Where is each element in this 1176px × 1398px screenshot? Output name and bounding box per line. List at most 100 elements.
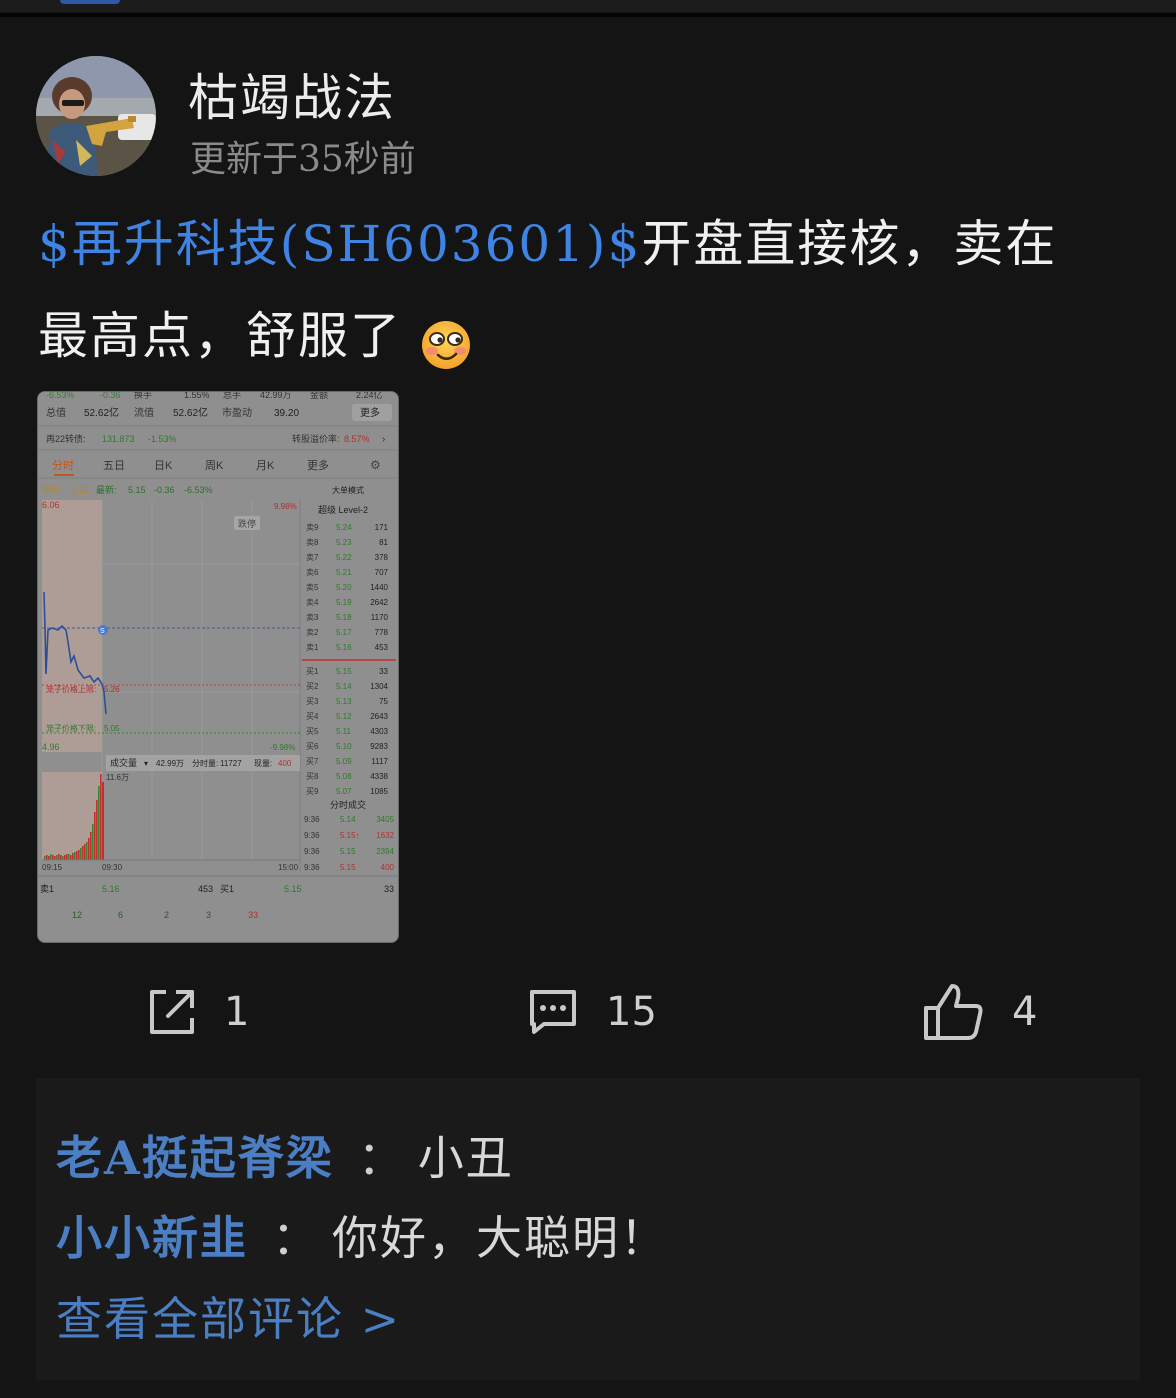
thumb-queue-val: 2 bbox=[164, 910, 169, 920]
thumb-chg: -0.36 bbox=[100, 392, 121, 400]
post-text-line2: 最高点，舒服了 bbox=[38, 307, 402, 365]
thumb-bid-price: 5.07 bbox=[336, 787, 352, 796]
thumb-bid-vol: 1085 bbox=[370, 787, 388, 796]
thumb-axis-pct-low: -9.98% bbox=[270, 743, 295, 752]
avatar-photo bbox=[36, 56, 156, 176]
thumb-ask-price: 5.17 bbox=[336, 628, 352, 637]
thumb-bid-label: 买8 bbox=[306, 772, 319, 781]
thumb-ask-label: 卖1 bbox=[306, 643, 319, 652]
thumb-bid-label: 买1 bbox=[306, 667, 319, 676]
thumb-upper-val: 5.26 bbox=[104, 685, 120, 694]
thumb-ask-price: 5.24 bbox=[336, 523, 352, 532]
thumb-ask-label: 卖2 bbox=[306, 628, 319, 637]
thumb-tab: 日K bbox=[154, 460, 173, 472]
comment-item[interactable]: 老A挺起脊梁 ：小丑 bbox=[56, 1122, 514, 1188]
thumb-t-start: 09:15 bbox=[42, 863, 63, 872]
author-name[interactable]: 枯竭战法 bbox=[188, 58, 396, 130]
view-all-comments-link[interactable]: 查看全部评论 > bbox=[56, 1283, 401, 1349]
thumb-bid-vol: 33 bbox=[379, 667, 388, 676]
thumb-turnover-label: 换手 bbox=[134, 392, 152, 400]
thumb-ask-label: 卖4 bbox=[306, 598, 319, 607]
thumb-ask-price: 5.19 bbox=[336, 598, 352, 607]
comment-icon bbox=[530, 990, 576, 1034]
like-action[interactable]: 4 bbox=[922, 980, 1037, 1044]
thumb-lower-val: 5.05 bbox=[104, 724, 120, 733]
comment-user[interactable]: 老A挺起脊梁 bbox=[56, 1131, 334, 1185]
svg-text:S: S bbox=[100, 628, 105, 635]
thumb-bid-vol: 1117 bbox=[371, 757, 388, 766]
thumb-tick-price: 5.15 bbox=[340, 863, 356, 872]
thumb-bid-label: 买7 bbox=[306, 757, 319, 766]
post-image-thumbnail[interactable]: -6.53% -0.36 换手 1.55% 总手 42.99万 金额 2.24亿… bbox=[37, 391, 399, 943]
thumb-tick-vol: 400 bbox=[381, 863, 395, 872]
thumb-ticks-title: 分时成交 bbox=[330, 799, 366, 810]
update-time: 更新于35秒前 bbox=[190, 139, 416, 180]
share-count: 1 bbox=[224, 989, 250, 1035]
thumb-ask-label: 卖8 bbox=[306, 538, 319, 547]
thumb-tick-time: 9:36 bbox=[304, 815, 320, 824]
thumb-tick-price: 5.15 bbox=[340, 847, 356, 856]
thumb-bid-price: 5.08 bbox=[336, 772, 352, 781]
thumb-bond-price: 131.873 bbox=[102, 434, 135, 444]
thumb-ask-vol: 778 bbox=[375, 628, 389, 637]
thumb-tick-price: 5.14 bbox=[340, 815, 356, 824]
comment-item[interactable]: 小小新韭 ： 你好，大聪明！ bbox=[56, 1202, 668, 1268]
thumb-more: 更多 bbox=[360, 406, 380, 419]
thumb-tick-time: 9:36 bbox=[304, 831, 320, 840]
comment-action[interactable]: 15 bbox=[526, 980, 657, 1044]
thumb-limit-badge: 跌停 bbox=[238, 518, 256, 529]
top-divider bbox=[0, 13, 1176, 17]
thumb-avg: 5.21 bbox=[72, 485, 90, 495]
thumb-tab: 分时 bbox=[52, 459, 74, 472]
thumb-queue-val: 12 bbox=[72, 910, 82, 920]
thumb-tick-vol: 3405 bbox=[376, 815, 394, 824]
thumb-bid-label: 买9 bbox=[306, 787, 319, 796]
thumb-bottom-buy-vol: 33 bbox=[384, 884, 394, 894]
comment-separator: ： bbox=[272, 1211, 318, 1265]
author-avatar[interactable] bbox=[36, 56, 156, 176]
thumb-bid-price: 5.14 bbox=[336, 682, 352, 691]
thumb-ask-price: 5.22 bbox=[336, 553, 352, 562]
thumb-bottom-buy-label: 买1 bbox=[220, 884, 234, 894]
thumb-ask-label: 卖3 bbox=[306, 613, 319, 622]
thumb-queue-val: 6 bbox=[118, 910, 123, 920]
thumb-bid-price: 5.12 bbox=[336, 712, 352, 721]
thumb-vol-label: 成交量 bbox=[110, 757, 137, 768]
comment-user[interactable]: 小小新韭 bbox=[56, 1211, 248, 1265]
share-action[interactable]: 1 bbox=[146, 980, 249, 1044]
active-tab-indicator bbox=[60, 0, 120, 4]
comment-count: 15 bbox=[606, 989, 657, 1035]
thumb-bid-label: 买2 bbox=[306, 682, 319, 691]
thumb-bid-vol: 75 bbox=[379, 697, 388, 706]
smug-face-emoji-icon bbox=[420, 308, 472, 369]
thumb-vol-minute-label: 分时量: bbox=[192, 758, 218, 768]
thumb-bid-price: 5.10 bbox=[336, 742, 352, 751]
thumb-total: 52.62亿 bbox=[84, 406, 119, 419]
comment-text: 小丑 bbox=[417, 1131, 514, 1185]
thumb-ask-price: 5.23 bbox=[336, 538, 352, 547]
thumb-last-label: 最新: bbox=[96, 484, 117, 495]
thumb-tab: 月K bbox=[256, 460, 275, 472]
thumb-amount-label: 金额 bbox=[310, 392, 328, 400]
comment-separator: ： bbox=[357, 1131, 404, 1185]
thumb-bid-label: 买3 bbox=[306, 697, 319, 706]
thumb-ask-price: 5.18 bbox=[336, 613, 352, 622]
thumb-bond-label: 再22转债: bbox=[46, 433, 86, 444]
stock-link[interactable]: $再升科技(SH603601)$ bbox=[38, 215, 641, 273]
thumb-tab-underline bbox=[54, 474, 74, 476]
thumb-premium-label: 转股溢价率: bbox=[292, 433, 340, 444]
thumb-bid-price: 5.13 bbox=[336, 697, 352, 706]
thumb-pe-label: 市盈动 bbox=[222, 406, 252, 419]
thumb-axis-low: 4.96 bbox=[42, 742, 60, 752]
stock-quote-screenshot: -6.53% -0.36 换手 1.55% 总手 42.99万 金额 2.24亿… bbox=[38, 392, 398, 942]
thumb-pct: -6.53% bbox=[46, 392, 75, 400]
thumb-level2-title: 超级 Level-2 bbox=[318, 504, 368, 515]
thumb-pe: 39.20 bbox=[274, 408, 299, 419]
thumb-bid-vol: 4338 bbox=[370, 772, 388, 781]
thumb-pct2: -6.53% bbox=[184, 485, 213, 495]
thumb-last: 5.15 bbox=[128, 485, 146, 495]
thumb-bid-vol: 4303 bbox=[370, 727, 388, 736]
thumb-t-end: 15:00 bbox=[278, 863, 299, 872]
thumb-vol-current-label: 现量: bbox=[254, 759, 272, 768]
comments-preview: 老A挺起脊梁：小丑 小小新韭：你好，大聪明！ 查看全部评论 > bbox=[36, 1078, 1140, 1380]
